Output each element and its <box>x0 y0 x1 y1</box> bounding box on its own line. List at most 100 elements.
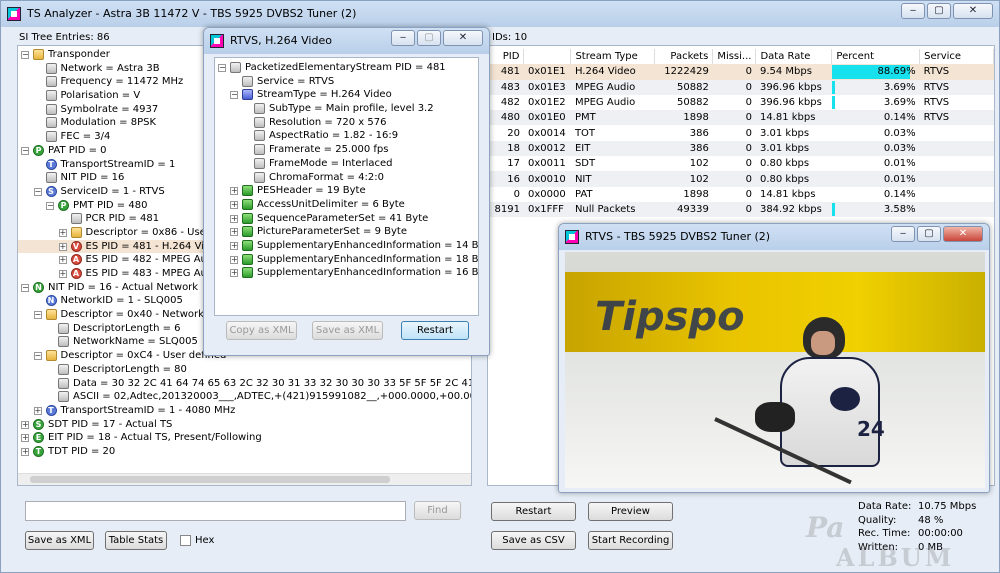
tree-node[interactable]: + S SDT PID = 17 - Actual TS <box>18 418 471 432</box>
tree-node[interactable]: + SequenceParameterSet = 41 Byte <box>215 212 478 226</box>
collapse-icon[interactable]: − <box>33 311 42 320</box>
main-titlebar[interactable]: TS Analyzer - Astra 3B 11472 V - TBS 592… <box>1 1 999 27</box>
collapse-icon[interactable]: − <box>33 352 42 361</box>
close-button[interactable]: ✕ <box>953 3 993 19</box>
expand-icon[interactable]: + <box>230 214 238 223</box>
collapse-icon[interactable]: − <box>33 187 42 196</box>
tree-node-label: TransportStreamID = 1 <box>60 158 176 170</box>
table-row[interactable]: 16 0x0010 NIT 102 0 0.80 kbps 0.01% <box>488 171 994 187</box>
table-row[interactable]: 17 0x0011 SDT 102 0 0.80 kbps 0.01% <box>488 156 994 171</box>
column-header[interactable]: Data Rate <box>755 49 833 65</box>
preview-titlebar[interactable]: RTVS - TBS 5925 DVBS2 Tuner (2) ‒ ▢ ✕ <box>559 224 989 250</box>
scrollbar-thumb[interactable] <box>30 476 390 483</box>
es-restart-button[interactable]: Restart <box>401 321 469 340</box>
tree-node[interactable]: Framerate = 25.000 fps <box>215 143 478 157</box>
table-row[interactable]: 482 0x01E2 MPEG Audio 50882 0 396.96 kbps 3.69… <box>488 95 994 110</box>
maximize-button[interactable]: ▢ <box>927 3 951 19</box>
expand-icon[interactable]: + <box>230 269 238 278</box>
column-header[interactable]: Stream Type <box>570 49 656 65</box>
expand-icon[interactable]: + <box>21 420 29 429</box>
hex-label: Hex <box>195 535 215 546</box>
collapse-icon[interactable]: − <box>21 146 29 155</box>
table-row[interactable]: 480 0x01E0 PMT 1898 0 14.81 kbps 0.14% RTVS <box>488 110 994 126</box>
es-dialog-maximize-button[interactable]: ▢ <box>417 30 441 46</box>
tree-node[interactable]: + SupplementaryEnhancedInformation = 18 B… <box>215 253 478 267</box>
save-as-csv-button[interactable]: Save as CSV <box>491 531 576 550</box>
tree-node[interactable]: ChromaFormat = 4:2:0 <box>215 171 478 185</box>
tree-node[interactable]: FrameMode = Interlaced <box>215 157 478 171</box>
column-header[interactable]: PID <box>488 49 525 65</box>
table-row[interactable]: 481 0x01E1 H.264 Video 1222429 0 9.54 Mbps 88.… <box>488 64 994 80</box>
column-header[interactable]: Service <box>919 49 994 65</box>
expand-icon[interactable]: + <box>230 187 238 196</box>
collapse-icon[interactable]: − <box>21 283 29 292</box>
hex-checkbox[interactable] <box>180 535 191 546</box>
expand-icon[interactable]: + <box>58 228 67 237</box>
table-row[interactable]: 20 0x0014 TOT 386 0 3.01 kbps 0.03% <box>488 125 994 140</box>
column-header[interactable] <box>523 49 572 65</box>
tree-node[interactable]: + PictureParameterSet = 9 Byte <box>215 225 478 239</box>
horizontal-scrollbar[interactable] <box>18 473 471 485</box>
expand-icon[interactable]: + <box>58 256 67 265</box>
tree-node[interactable]: AspectRatio = 1.82 - 16:9 <box>215 129 478 143</box>
tree-node[interactable]: + T TDT PID = 20 <box>18 445 471 459</box>
tree-node[interactable]: DescriptorLength = 80 <box>18 363 471 377</box>
save-as-xml-button[interactable]: Save as XML <box>25 531 94 550</box>
table-row[interactable]: 483 0x01E3 MPEG Audio 50882 0 396.96 kbps 3.69… <box>488 79 994 95</box>
tree-node[interactable]: Data = 30 32 2C 41 64 74 65 63 2C 32 30 … <box>18 377 471 391</box>
collapse-icon[interactable]: − <box>21 51 29 59</box>
table-row[interactable]: 8191 0x1FFF Null Packets 49339 0 384.92 kbps 3… <box>488 201 994 218</box>
expand-icon[interactable]: + <box>230 228 238 237</box>
find-input[interactable] <box>25 501 406 521</box>
expand-icon[interactable]: + <box>58 242 67 251</box>
collapse-icon[interactable]: − <box>230 91 238 100</box>
expand-icon[interactable]: + <box>58 270 67 278</box>
collapse-icon[interactable]: − <box>218 64 226 72</box>
es-save-as-xml-button[interactable]: Save as XML <box>312 321 383 340</box>
find-button[interactable]: Find <box>414 501 461 520</box>
tree-node[interactable]: + PESHeader = 19 Byte <box>215 184 478 198</box>
preview-close-button[interactable]: ✕ <box>943 226 983 242</box>
table-stats-button[interactable]: Table Stats <box>105 531 167 550</box>
preview-button[interactable]: Preview <box>588 502 673 521</box>
column-header[interactable]: Missi... <box>712 49 757 65</box>
table-row[interactable]: 0 0x0000 PAT 1898 0 14.81 kbps 0.14% <box>488 187 994 202</box>
tree-node[interactable]: − StreamType = H.264 Video <box>215 88 478 102</box>
es-dialog-close-button[interactable]: ✕ <box>443 30 483 46</box>
tree-node[interactable]: + T TransportStreamID = 1 - 4080 MHz <box>18 404 471 418</box>
stream-table[interactable]: PID Stream Type Packets Missi... Data Rate Pe… <box>488 49 994 218</box>
tree-node[interactable]: + SupplementaryEnhancedInformation = 14 B… <box>215 239 478 253</box>
expand-icon[interactable]: + <box>230 255 238 264</box>
es-tree[interactable]: − PacketizedElementaryStream PID = 481 Ser… <box>215 61 478 313</box>
expand-icon[interactable]: + <box>33 406 42 415</box>
tree-node[interactable]: + E EIT PID = 18 - Actual TS, Present/Foll… <box>18 431 471 445</box>
cell-svc <box>920 187 994 202</box>
table-row[interactable]: 18 0x0012 EIT 386 0 3.01 kbps 0.03% <box>488 140 994 157</box>
expand-icon[interactable]: + <box>230 241 238 250</box>
tree-node[interactable]: + SupplementaryEnhancedInformation = 16 B… <box>215 266 478 280</box>
minimize-button[interactable]: ‒ <box>901 3 925 19</box>
video-frame[interactable]: Tipspo 24 <box>565 252 985 488</box>
expand-icon[interactable]: + <box>21 447 29 456</box>
tree-node[interactable]: SubType = Main profile, level 3.2 <box>215 102 478 116</box>
column-header[interactable]: Percent <box>831 49 921 65</box>
tree-node[interactable]: Service = RTVS <box>215 75 478 89</box>
tree-node[interactable]: + AccessUnitDelimiter = 6 Byte <box>215 198 478 212</box>
preview-minimize-button[interactable]: ‒ <box>891 226 915 242</box>
collapse-icon[interactable]: − <box>46 201 54 210</box>
preview-maximize-button[interactable]: ▢ <box>917 226 941 242</box>
cell-hex: 0x0011 <box>527 158 566 170</box>
tree-node[interactable]: − PacketizedElementaryStream PID = 481 <box>215 61 478 75</box>
restart-button[interactable]: Restart <box>491 502 576 521</box>
copy-as-xml-button[interactable]: Copy as XML <box>226 321 297 340</box>
expand-icon[interactable]: + <box>230 200 238 209</box>
es-dialog-minimize-button[interactable]: ‒ <box>391 30 415 46</box>
start-recording-button[interactable]: Start Recording <box>588 531 673 550</box>
tree-node[interactable]: Resolution = 720 x 576 <box>215 116 478 130</box>
tree-node-label: SupplementaryEnhancedInformation = 18 By… <box>257 253 478 265</box>
es-tree-panel[interactable]: − PacketizedElementaryStream PID = 481 Ser… <box>214 57 479 316</box>
expand-icon[interactable]: + <box>21 434 29 443</box>
column-header[interactable]: Packets <box>654 49 714 65</box>
tree-node[interactable]: ASCII = 02,Adtec,201320003___,ADTEC,+(42… <box>18 390 471 404</box>
es-dialog-titlebar[interactable]: RTVS, H.264 Video ‒ ▢ ✕ <box>204 28 489 54</box>
